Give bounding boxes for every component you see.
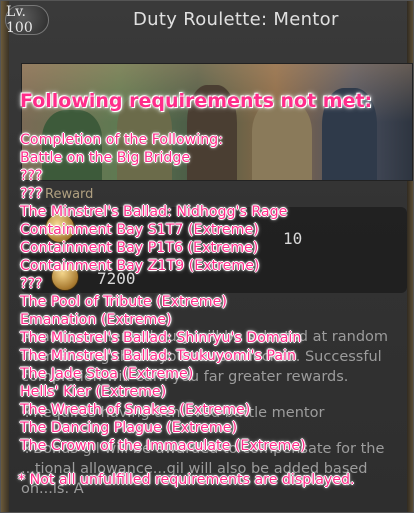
requirements-list: Completion of the Following: Battle on t… — [20, 131, 306, 455]
requirement-item: Containment Bay Z1T9 (Extreme) — [20, 258, 260, 274]
duty-info-window: Lv. 100 Duty Roulette: Mentor Reward 10 … — [0, 0, 414, 513]
level-badge: Lv. 100 — [5, 4, 49, 36]
requirement-item: The Minstrel's Ballad: Tsukuyomi's Pain — [20, 348, 296, 364]
requirement-item: ??? — [20, 168, 43, 184]
requirements-tooltip: Following requirements not met: Completi… — [1, 71, 413, 491]
requirement-item: Battle on the Big Bridge — [20, 150, 191, 166]
requirement-item: The Minstrel's Ballad: Nidhogg's Rage — [20, 204, 288, 220]
requirement-item: ??? — [20, 186, 43, 202]
requirement-item: The Crown of the Immaculate (Extreme) — [20, 438, 306, 454]
requirement-item: The Wreath of Snakes (Extreme) — [20, 402, 251, 418]
requirement-item: Completion of the Following: — [20, 132, 223, 148]
tooltip-heading: Following requirements not met: — [20, 90, 373, 112]
tooltip-footnote: * Not all unfulfilled requirements are d… — [18, 472, 355, 488]
window-title: Duty Roulette: Mentor — [133, 9, 339, 30]
requirement-item: The Jade Stoa (Extreme) — [20, 366, 194, 382]
requirement-item: Containment Bay S1T7 (Extreme) — [20, 222, 259, 238]
requirement-item: Hells' Kier (Extreme) — [20, 384, 167, 400]
requirement-item: Emanation (Extreme) — [20, 312, 172, 328]
requirement-item: The Pool of Tribute (Extreme) — [20, 294, 227, 310]
requirement-item: The Dancing Plague (Extreme) — [20, 420, 237, 436]
requirement-item: The Minstrel's Ballad: Shinryu's Domain — [20, 330, 302, 346]
requirement-item: Containment Bay P1T6 (Extreme) — [20, 240, 259, 256]
requirement-item: ??? — [20, 276, 43, 292]
